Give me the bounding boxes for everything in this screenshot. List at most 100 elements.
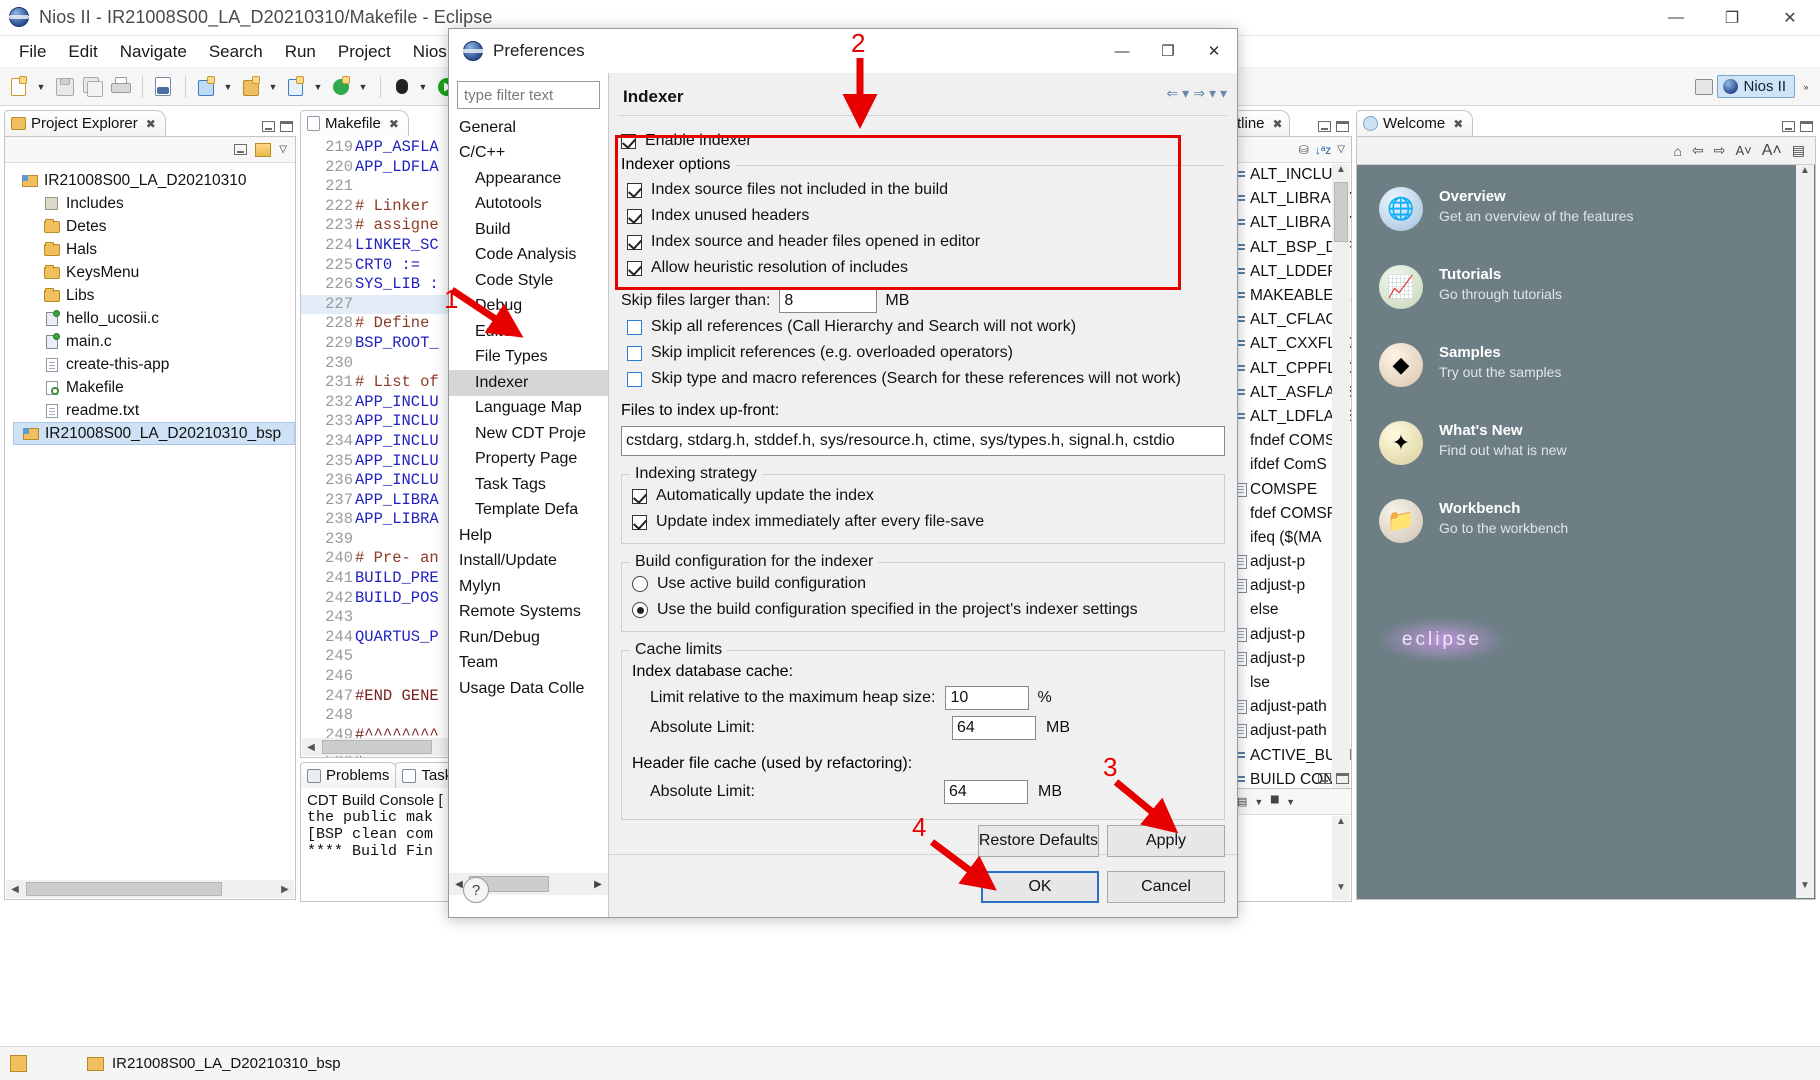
tree-item[interactable]: Detes bbox=[13, 215, 295, 238]
tree-item[interactable]: main.c bbox=[13, 330, 295, 353]
indexing-strategy-row[interactable]: Automatically update the index bbox=[632, 483, 1214, 509]
preferences-tree-item[interactable]: Code Analysis bbox=[449, 243, 608, 269]
scroll-up-icon[interactable]: ▲ bbox=[1332, 816, 1350, 834]
welcome-item[interactable]: ✦ What's New Find out what is new bbox=[1357, 387, 1815, 465]
console-caret2-icon[interactable]: ▼ bbox=[1286, 797, 1295, 807]
tree-item[interactable]: Libs bbox=[13, 284, 295, 307]
dialog-minimize-button[interactable]: — bbox=[1099, 29, 1145, 73]
new-c-project-icon[interactable] bbox=[195, 75, 219, 99]
link-with-editor-icon[interactable] bbox=[255, 142, 272, 157]
apply-button[interactable]: Apply bbox=[1107, 825, 1225, 857]
tree-item[interactable]: IR21008S00_LA_D20210310_bsp bbox=[13, 422, 295, 445]
filter-icon[interactable]: ⛁ bbox=[1299, 143, 1309, 157]
view-menu-icon[interactable]: ▽ bbox=[1337, 144, 1345, 155]
indexer-option-row[interactable]: Index source and header files opened in … bbox=[627, 229, 1225, 255]
indexing-strategy-checkbox[interactable] bbox=[632, 514, 647, 530]
restore-defaults-button[interactable]: Restore Defaults bbox=[977, 825, 1099, 857]
preferences-tree-item[interactable]: Debug bbox=[449, 294, 608, 320]
close-icon[interactable]: ✖ bbox=[146, 117, 156, 131]
welcome-item[interactable]: ◆ Samples Try out the samples bbox=[1357, 309, 1815, 387]
tree-item[interactable]: create-this-app bbox=[13, 353, 295, 376]
decrease-font-icon[interactable]: A˅ bbox=[1735, 143, 1751, 158]
skip-reference-checkbox[interactable] bbox=[627, 345, 642, 361]
tab-makefile[interactable]: Makefile ✖ bbox=[300, 110, 409, 136]
pin-icon[interactable]: ⯀ bbox=[1270, 795, 1279, 808]
close-icon[interactable]: ✖ bbox=[1453, 117, 1463, 131]
indexer-option-checkbox[interactable] bbox=[627, 234, 642, 250]
menu-run[interactable]: Run bbox=[274, 40, 327, 64]
preferences-tree-item[interactable]: Team bbox=[449, 651, 608, 677]
forward-icon[interactable]: ⇨ bbox=[1714, 142, 1726, 159]
debug-icon[interactable] bbox=[390, 75, 414, 99]
new-dropdown-caret[interactable]: ▼ bbox=[34, 75, 48, 99]
scroll-thumb[interactable] bbox=[1334, 182, 1348, 242]
restore-button[interactable]: ❐ bbox=[1704, 0, 1760, 36]
preferences-tree-item[interactable]: New CDT Proje bbox=[449, 421, 608, 447]
build-config-option-row[interactable]: Use the build configuration specified in… bbox=[632, 597, 1214, 623]
scroll-down-icon[interactable]: ▼ bbox=[1332, 882, 1350, 900]
secondary-view-vscrollbar[interactable]: ▲ ▼ bbox=[1332, 816, 1350, 900]
skip-files-input[interactable]: 8 bbox=[779, 289, 878, 313]
indexing-strategy-checkbox[interactable] bbox=[632, 488, 647, 504]
maximize-view-icon[interactable] bbox=[1336, 773, 1349, 784]
increase-font-icon[interactable]: A˄ bbox=[1762, 142, 1782, 160]
nav-forward-menu-icon[interactable]: ▾ bbox=[1209, 85, 1216, 102]
index-db-abs-limit-input[interactable]: 64 bbox=[952, 716, 1036, 740]
nav-back-menu-icon[interactable]: ▾ bbox=[1182, 85, 1189, 102]
new-wizard-icon[interactable] bbox=[330, 75, 354, 99]
maximize-view-icon[interactable] bbox=[1336, 121, 1349, 132]
preferences-tree-item[interactable]: File Types bbox=[449, 345, 608, 371]
enable-indexer-checkbox[interactable] bbox=[621, 133, 636, 149]
preferences-tree-item[interactable]: Remote Systems bbox=[449, 600, 608, 626]
scroll-right-icon[interactable]: ▶ bbox=[276, 884, 294, 895]
preferences-tree-item[interactable]: Template Defa bbox=[449, 498, 608, 524]
new-class-icon[interactable] bbox=[285, 75, 309, 99]
menu-project[interactable]: Project bbox=[327, 40, 402, 64]
build-config-radio[interactable] bbox=[632, 576, 648, 592]
close-icon[interactable]: ✖ bbox=[389, 117, 399, 131]
skip-reference-row[interactable]: Skip implicit references (e.g. overloade… bbox=[627, 340, 1225, 366]
menu-file[interactable]: File bbox=[8, 40, 57, 64]
scroll-left-icon[interactable]: ◀ bbox=[302, 742, 320, 753]
minimize-view-icon[interactable] bbox=[1318, 773, 1331, 784]
close-icon[interactable]: ✖ bbox=[1273, 117, 1283, 131]
preferences-tree-item[interactable]: General bbox=[449, 115, 608, 141]
preferences-tree-item[interactable]: Language Map bbox=[449, 396, 608, 422]
preferences-tree-item[interactable]: Usage Data Colle bbox=[449, 676, 608, 702]
preferences-tree-item[interactable]: Task Tags bbox=[449, 472, 608, 498]
skip-reference-checkbox[interactable] bbox=[627, 371, 642, 387]
indexer-option-row[interactable]: Allow heuristic resolution of includes bbox=[627, 255, 1225, 281]
perspective-overflow-caret[interactable]: » bbox=[1799, 75, 1813, 99]
welcome-item[interactable]: 🌐 Overview Get an overview of the features bbox=[1357, 165, 1815, 231]
dialog-maximize-button[interactable]: ❐ bbox=[1145, 29, 1191, 73]
new-c-project-caret[interactable]: ▼ bbox=[221, 75, 235, 99]
tree-item[interactable]: KeysMenu bbox=[13, 261, 295, 284]
preferences-tree-item[interactable]: C/C++ bbox=[449, 141, 608, 167]
welcome-item[interactable]: 📈 Tutorials Go through tutorials bbox=[1357, 231, 1815, 309]
back-icon[interactable]: ⇦ bbox=[1692, 142, 1704, 159]
scroll-thumb[interactable] bbox=[322, 740, 432, 754]
filter-input[interactable]: type filter text bbox=[457, 81, 600, 109]
minimize-view-icon[interactable] bbox=[1782, 121, 1795, 132]
build-config-option-row[interactable]: Use active build configuration bbox=[632, 571, 1214, 597]
scroll-up-icon[interactable]: ▲ bbox=[1796, 165, 1814, 183]
new-class-caret[interactable]: ▼ bbox=[311, 75, 325, 99]
nav-forward-icon[interactable]: ⇒ bbox=[1193, 85, 1205, 102]
save-all-icon[interactable] bbox=[81, 75, 105, 99]
build-icon[interactable] bbox=[152, 75, 176, 99]
sort-icon[interactable]: ↓ᵃz bbox=[1315, 143, 1331, 157]
indexer-option-checkbox[interactable] bbox=[627, 182, 642, 198]
tree-item[interactable]: IR21008S00_LA_D20210310 bbox=[13, 169, 295, 192]
collapse-all-icon[interactable] bbox=[234, 144, 248, 155]
indexer-option-row[interactable]: Index unused headers bbox=[627, 203, 1225, 229]
skip-reference-row[interactable]: Skip all references (Call Hierarchy and … bbox=[627, 314, 1225, 340]
maximize-view-icon[interactable] bbox=[280, 121, 293, 132]
preferences-tree-item[interactable]: Appearance bbox=[449, 166, 608, 192]
open-perspective-icon[interactable] bbox=[1691, 74, 1717, 100]
preferences-tree-item[interactable]: Autotools bbox=[449, 192, 608, 218]
save-icon[interactable] bbox=[53, 75, 77, 99]
preferences-tree-item[interactable]: Run/Debug bbox=[449, 625, 608, 651]
preferences-tree-item[interactable]: Help bbox=[449, 523, 608, 549]
welcome-vscrollbar[interactable]: ▲ ▼ bbox=[1796, 165, 1814, 898]
preferences-tree-item[interactable]: Editor bbox=[449, 319, 608, 345]
